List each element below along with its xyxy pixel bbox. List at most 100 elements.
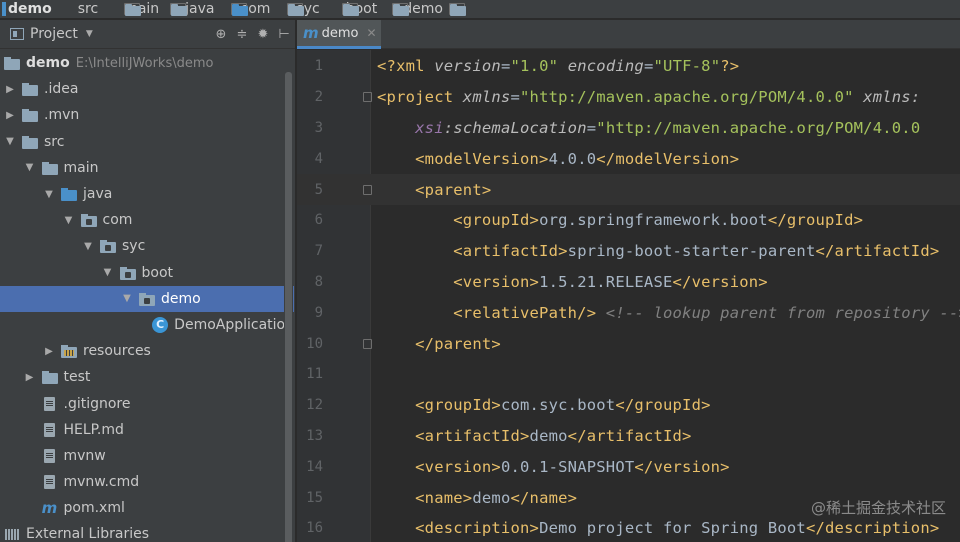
folder-icon	[22, 135, 38, 149]
tree-item-external-libraries[interactable]: External Libraries	[0, 521, 294, 542]
code-line: 9 <relativePath/> <!-- lookup parent fro…	[297, 297, 960, 328]
code-token: <version>	[453, 272, 540, 291]
tree-item-mvn[interactable]: ▶ .mvn	[0, 102, 294, 128]
line-number: 12	[306, 397, 323, 414]
tree-item-resources[interactable]: ▶ resources	[0, 338, 294, 364]
tree-item-test[interactable]: ▶ test	[0, 364, 294, 390]
breadcrumb-item[interactable]: src	[56, 0, 141, 18]
code-token: Demo project for Spring Boot	[539, 519, 806, 538]
tree-item-label: HELP.md	[63, 421, 124, 438]
scrollbar-thumb[interactable]	[285, 72, 292, 542]
tree-item-label: test	[63, 369, 91, 386]
fold-marker-icon[interactable]	[363, 92, 372, 103]
package-icon	[80, 213, 97, 228]
code-token: <modelVersion>	[415, 149, 549, 168]
project-scrollbar[interactable]	[284, 70, 293, 542]
tree-item-pom-xml[interactable]: m pom.xml	[0, 495, 294, 521]
module-icon	[2, 2, 6, 16]
folder-icon	[342, 3, 360, 16]
module-folder-icon	[4, 56, 20, 71]
code-token: </groupId>	[615, 396, 711, 415]
code-token: encoding	[567, 57, 644, 76]
tree-item-main[interactable]: ▼ main	[0, 155, 294, 181]
line-number: 11	[306, 366, 323, 383]
tree-item-com[interactable]: ▼ com	[0, 207, 294, 233]
folder-icon	[123, 3, 141, 16]
tree-item-label: demo	[26, 55, 70, 72]
line-number: 15	[306, 489, 323, 506]
code-token: <groupId>	[453, 211, 540, 230]
project-tree: demo E:\IntelliJWorks\demo ▶ .idea ▶ .mvn ▼ src…	[0, 50, 294, 542]
file-icon	[42, 448, 58, 463]
code-token: <relativePath/>	[453, 303, 597, 322]
tree-item-label: .gitignore	[63, 395, 131, 412]
code-text: <groupId>org.springframework.boot</group…	[377, 211, 863, 229]
tree-item-help-md[interactable]: HELP.md	[0, 417, 294, 443]
expand-arrow-icon[interactable]: ▼	[102, 267, 114, 278]
tree-item-boot[interactable]: ▼ boot	[0, 260, 294, 286]
code-token: com.syc.boot	[500, 396, 616, 415]
tree-item-demo[interactable]: demo E:\IntelliJWorks\demo	[0, 50, 294, 76]
locate-file-icon[interactable]: ⊕	[214, 27, 228, 42]
collapse-arrow-icon[interactable]: ▶	[43, 346, 55, 357]
fold-marker-icon[interactable]	[363, 184, 372, 195]
collapse-arrow-icon[interactable]: ▶	[4, 110, 16, 121]
project-view-selector[interactable]: Project	[30, 26, 78, 42]
tree-item-mvnw-cmd[interactable]: mvnw.cmd	[0, 469, 294, 495]
code-token: </artifactId>	[567, 426, 692, 445]
line-number: 13	[306, 427, 323, 444]
code-editor[interactable]: 1 <?xml version="1.0" encoding="UTF-8"?> 2…	[297, 50, 960, 542]
code-line: 12 <groupId>com.syc.boot</groupId>	[297, 390, 960, 421]
tree-item-mvnw[interactable]: mvnw	[0, 443, 294, 469]
expand-arrow-icon[interactable]: ▼	[24, 162, 36, 173]
code-line: 7 <artifactId>spring-boot-starter-parent…	[297, 236, 960, 267]
resources-folder-icon	[61, 344, 77, 359]
maven-icon: m	[303, 24, 319, 42]
tree-item-src[interactable]: ▼ src	[0, 129, 294, 155]
tree-item-syc[interactable]: ▼ syc	[0, 233, 294, 259]
expand-arrow-icon[interactable]: ▼	[43, 189, 55, 200]
tree-item-demoapplication[interactable]: C DemoApplication	[0, 312, 294, 338]
expand-arrow-icon[interactable]: ▼	[82, 241, 94, 252]
code-token: </name>	[510, 488, 578, 507]
collapse-arrow-icon[interactable]: ▶	[24, 372, 36, 383]
code-token: <name>	[415, 488, 473, 507]
code-token: </description>	[805, 519, 940, 538]
fold-marker-icon[interactable]	[363, 338, 372, 349]
close-icon[interactable]: ✕	[367, 26, 377, 40]
tab-demo-pom[interactable]: m demo ✕	[297, 20, 381, 49]
code-token: demo	[529, 426, 568, 445]
tree-item-label: mvnw	[63, 447, 106, 464]
tree-item-gitignore[interactable]: .gitignore	[0, 390, 294, 416]
code-text: <parent>	[377, 181, 491, 199]
breadcrumb-item[interactable]: demo	[0, 0, 56, 18]
tree-item-label: main	[63, 159, 99, 176]
project-panel-header: Project ▼ ⊕ ≑ ✹ ⊢	[0, 20, 295, 49]
tree-item-demo[interactable]: ▼ demo	[0, 285, 294, 312]
chevron-down-icon[interactable]: ▼	[86, 29, 93, 39]
expand-arrow-icon[interactable]: ▼	[63, 215, 75, 226]
expand-arrow-icon[interactable]: ▼	[4, 136, 16, 147]
tree-item-label: mvnw.cmd	[63, 474, 140, 491]
code-token: xml	[396, 57, 435, 76]
tree-item-java[interactable]: ▼ java	[0, 181, 294, 207]
code-token: "UTF-8"	[653, 57, 721, 76]
expand-arrow-icon[interactable]: ▼	[121, 293, 133, 304]
editor-tab-bar: m demo ✕	[297, 20, 960, 49]
code-token: =	[586, 118, 597, 137]
gear-icon[interactable]: ✹	[256, 27, 270, 42]
code-token: version	[434, 57, 501, 76]
tree-item-label: External Libraries	[26, 526, 149, 542]
collapse-arrow-icon[interactable]: ▶	[4, 84, 16, 95]
line-number: 2	[314, 89, 323, 106]
tree-item-idea[interactable]: ▶ .idea	[0, 76, 294, 102]
code-token: spring-boot-starter-parent	[567, 242, 816, 261]
collapse-all-icon[interactable]: ≑	[235, 27, 249, 42]
hide-panel-icon[interactable]: ⊢	[277, 27, 291, 42]
code-token: 1.5.21.RELEASE	[539, 272, 673, 291]
